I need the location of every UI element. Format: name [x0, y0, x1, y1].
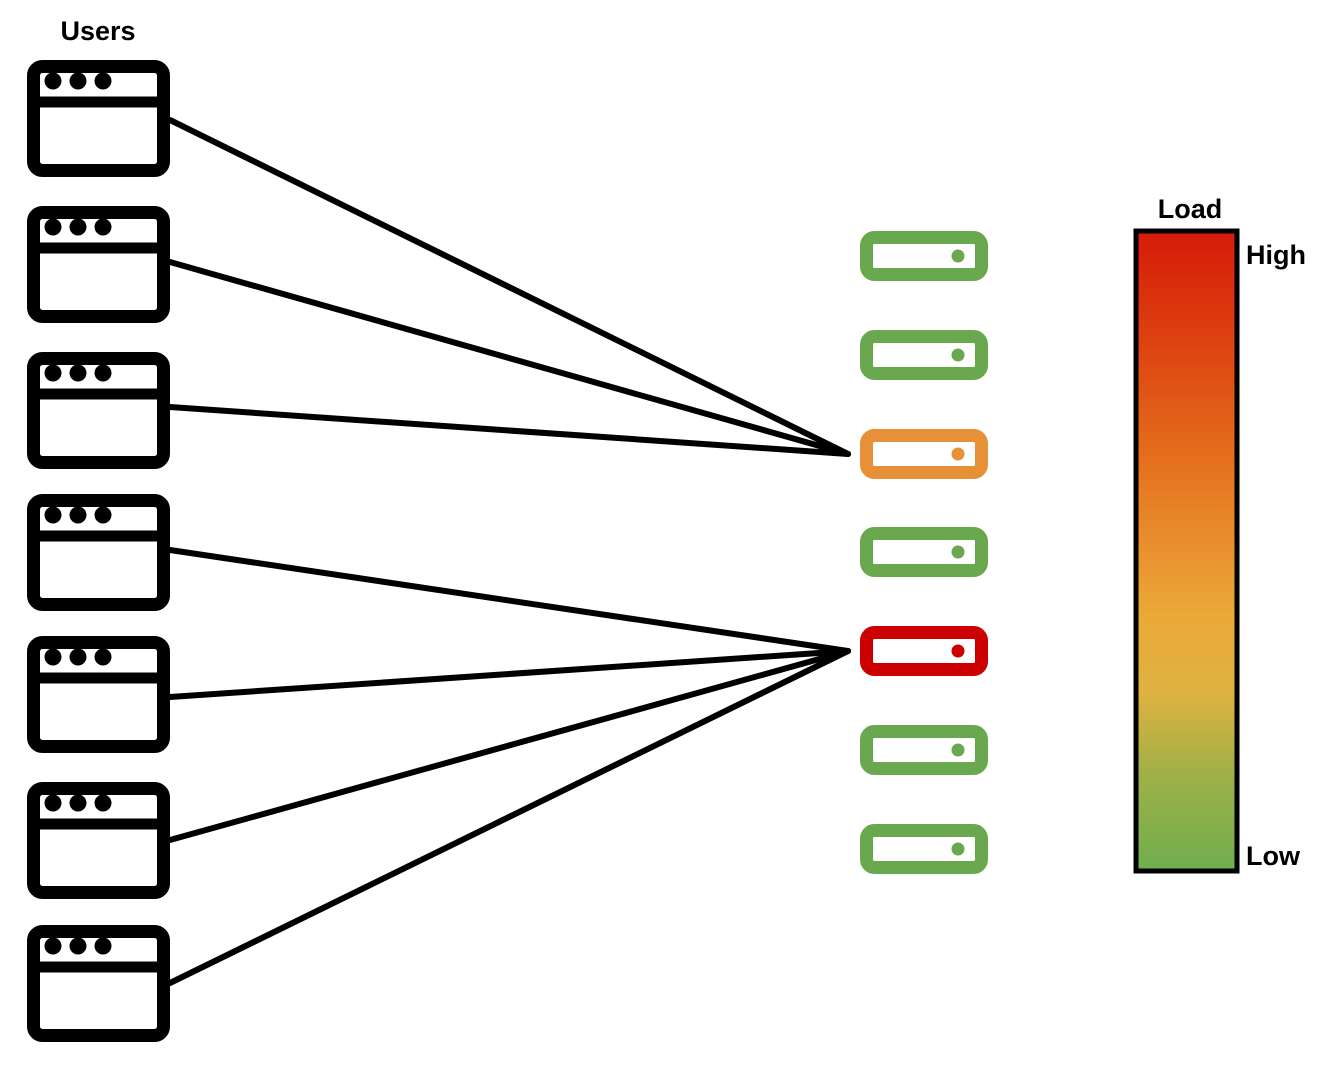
server-status-led-icon — [951, 545, 965, 559]
server-icon[interactable] — [860, 824, 988, 874]
user-browser-icon[interactable] — [27, 636, 170, 753]
server-status-led-icon — [951, 249, 965, 263]
browser-dot-icon — [44, 218, 62, 236]
browser-dot-icon — [69, 218, 87, 236]
server-icon[interactable] — [860, 626, 988, 676]
browser-dot-icon — [94, 794, 112, 812]
browser-dot-icon — [94, 937, 112, 955]
browser-dot-icon — [94, 506, 112, 524]
diagram-canvas: Users Load High Low — [0, 0, 1329, 1072]
browser-dot-icon — [44, 506, 62, 524]
load-legend — [1133, 228, 1240, 874]
server-status-led-icon — [951, 743, 965, 757]
browser-dot-icon — [44, 364, 62, 382]
users-group — [27, 60, 170, 1042]
user-browser-icon[interactable] — [27, 925, 170, 1042]
server-icon[interactable] — [860, 330, 988, 380]
users-title-label: Users — [60, 16, 135, 46]
server-status-led-icon — [951, 644, 965, 658]
legend-low-label: Low — [1246, 841, 1301, 871]
user-browser-icon[interactable] — [27, 60, 170, 177]
user-browser-icon[interactable] — [27, 494, 170, 611]
browser-dot-icon — [94, 218, 112, 236]
user-browser-icon[interactable] — [27, 352, 170, 469]
browser-dot-icon — [69, 72, 87, 90]
browser-dot-icon — [69, 648, 87, 666]
browser-dot-icon — [69, 794, 87, 812]
load-balancing-diagram: Users Load High Low — [0, 0, 1329, 1072]
server-icon[interactable] — [860, 527, 988, 577]
browser-dot-icon — [94, 72, 112, 90]
server-icon[interactable] — [860, 231, 988, 281]
load-gradient-bar — [1133, 228, 1240, 874]
browser-dot-icon — [69, 364, 87, 382]
server-status-led-icon — [951, 447, 965, 461]
canvas-background — [0, 0, 1329, 1072]
browser-dot-icon — [94, 648, 112, 666]
server-status-led-icon — [951, 348, 965, 362]
servers-group — [860, 231, 988, 874]
server-icon[interactable] — [860, 725, 988, 775]
browser-dot-icon — [69, 506, 87, 524]
browser-dot-icon — [44, 72, 62, 90]
browser-dot-icon — [69, 937, 87, 955]
legend-high-label: High — [1246, 240, 1306, 270]
browser-dot-icon — [44, 794, 62, 812]
browser-dot-icon — [44, 937, 62, 955]
server-status-led-icon — [951, 842, 965, 856]
legend-title-label: Load — [1158, 194, 1223, 224]
user-browser-icon[interactable] — [27, 782, 170, 899]
user-browser-icon[interactable] — [27, 206, 170, 323]
browser-dot-icon — [44, 648, 62, 666]
browser-dot-icon — [94, 364, 112, 382]
server-icon[interactable] — [860, 429, 988, 479]
